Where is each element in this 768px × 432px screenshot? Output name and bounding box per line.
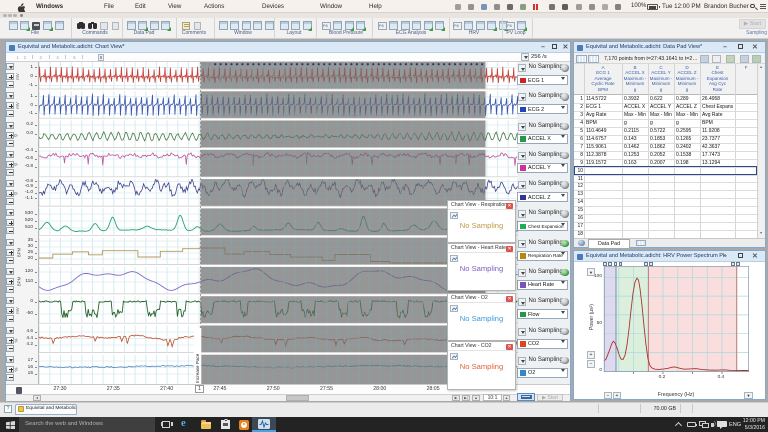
svg-text:Increase Pace: Increase Pace <box>195 353 200 383</box>
